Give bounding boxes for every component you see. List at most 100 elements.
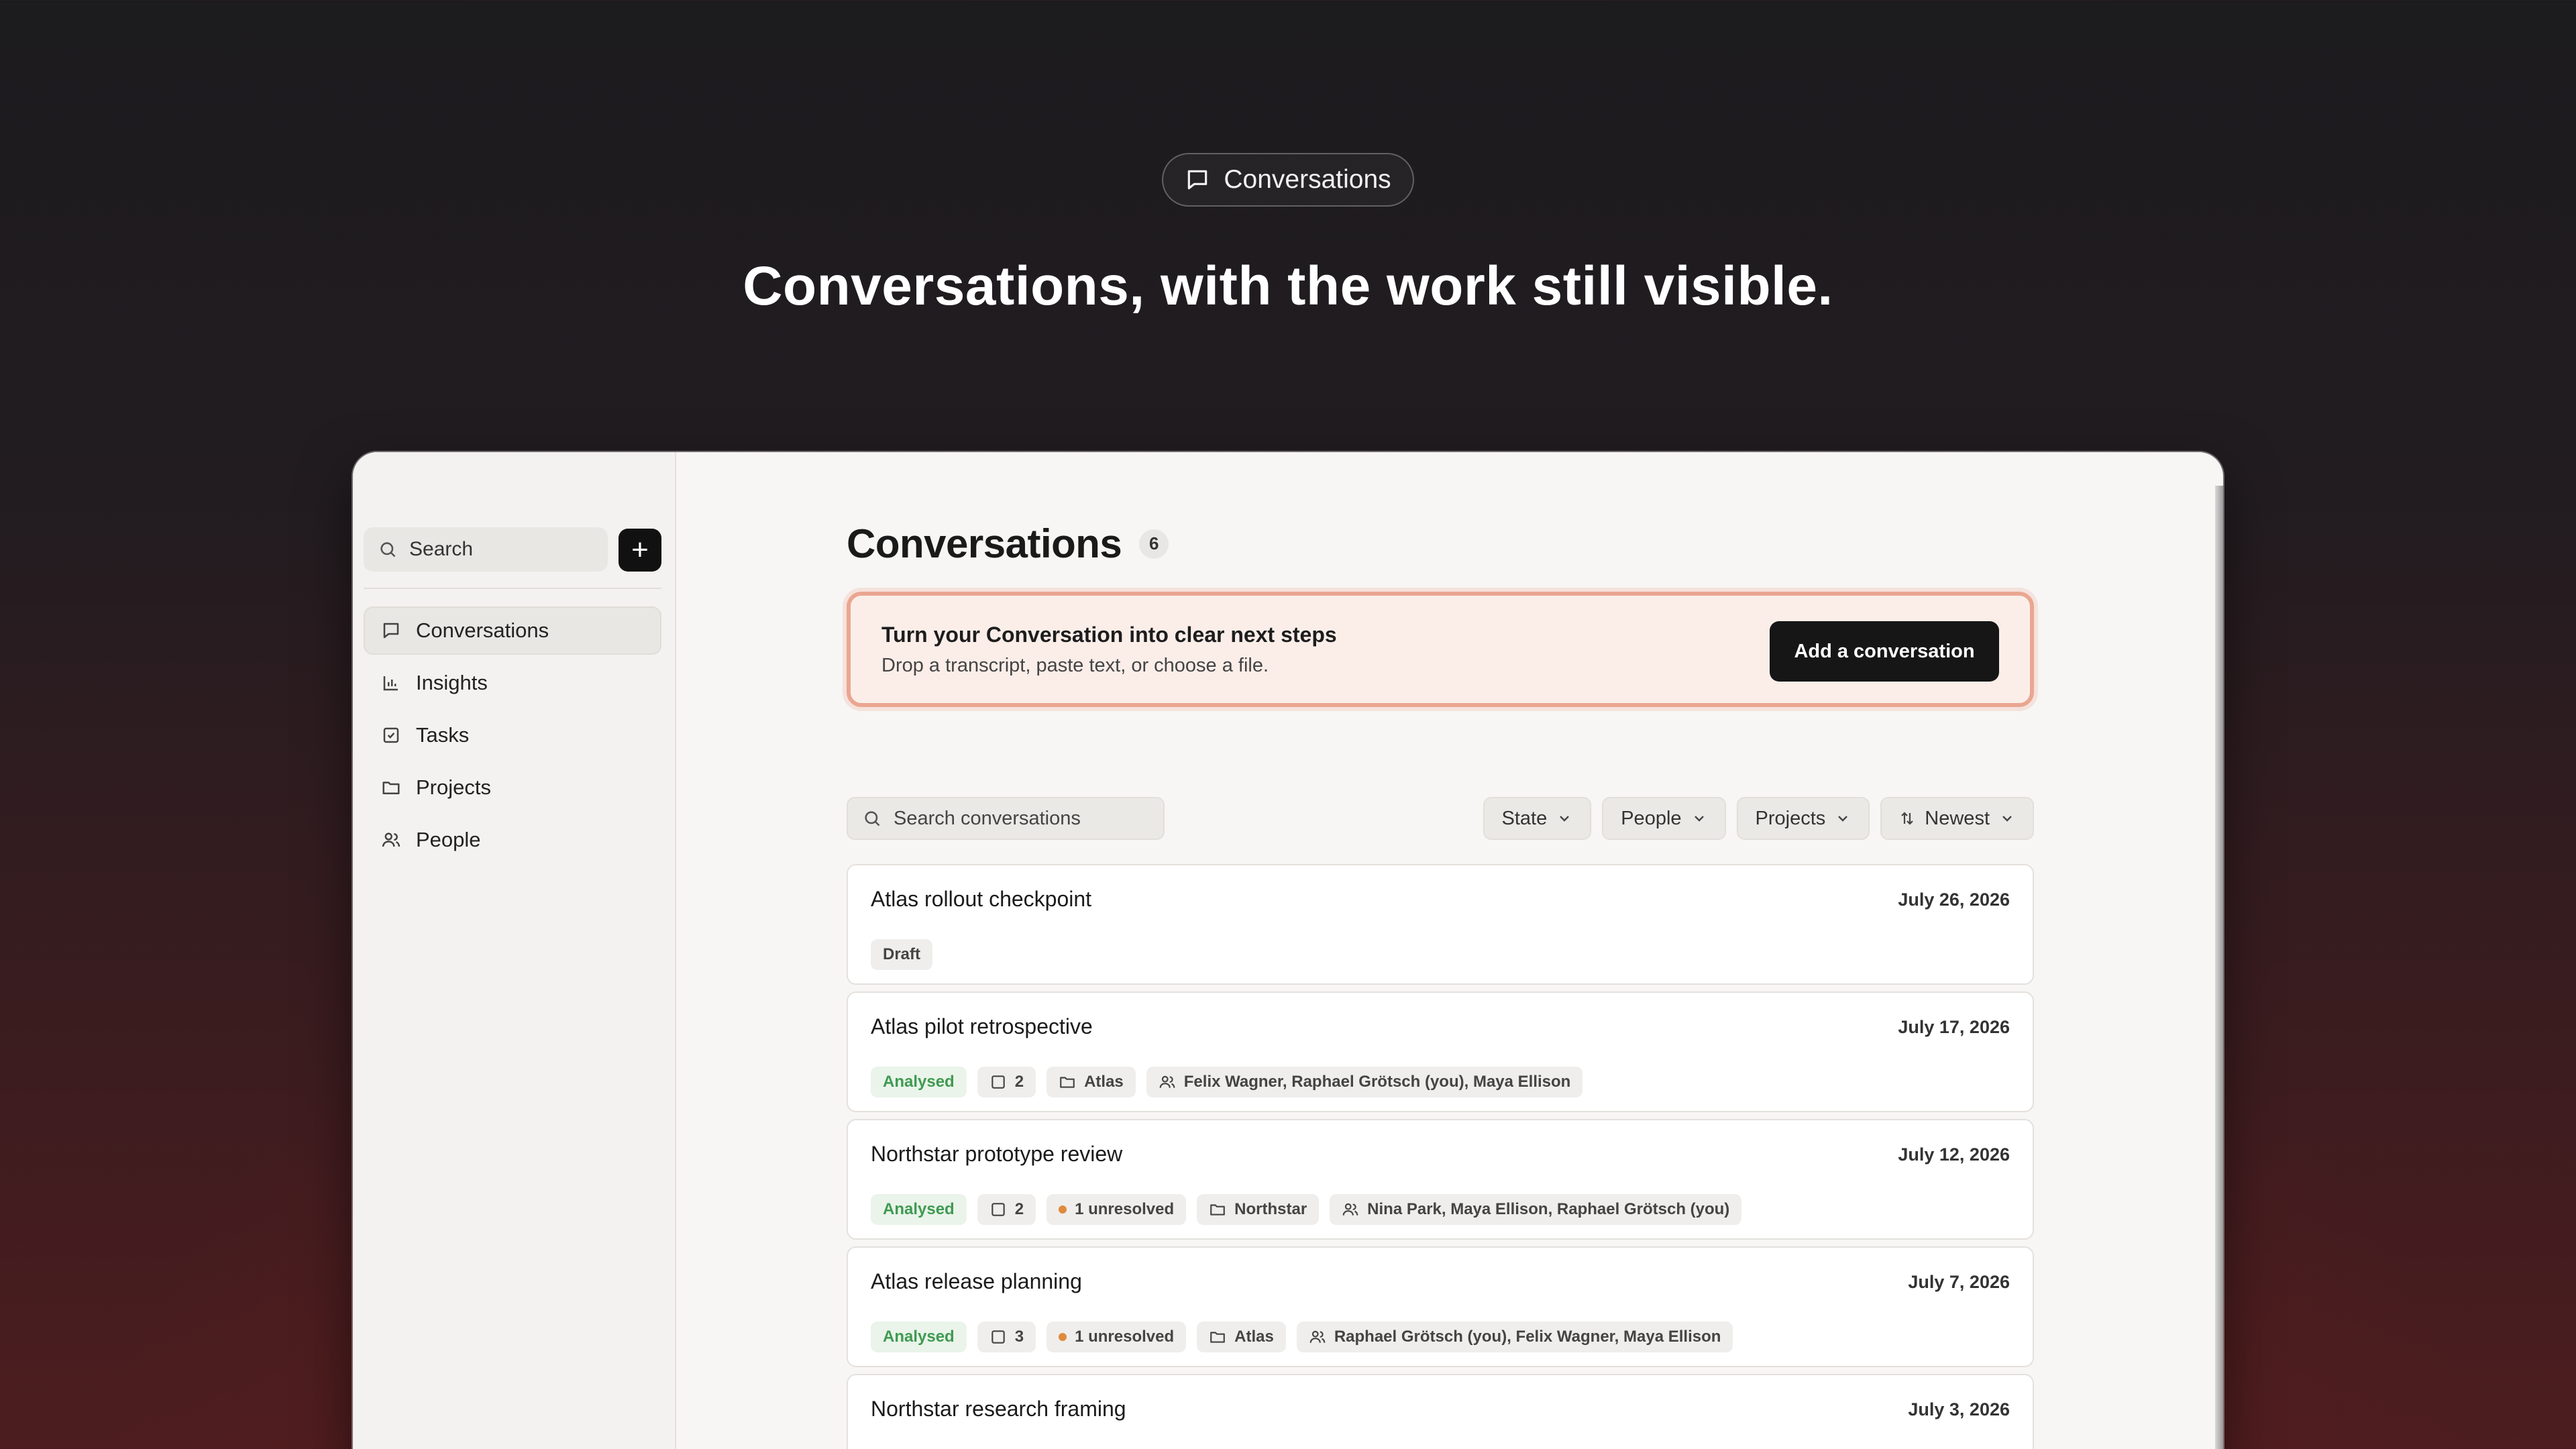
status-badge: Analysed xyxy=(871,1067,967,1097)
projects-filter-label: Projects xyxy=(1755,807,1826,829)
conversation-date: July 26, 2026 xyxy=(1898,890,2010,910)
search-icon xyxy=(865,811,880,826)
task-count: 2 xyxy=(1014,1073,1024,1091)
search-icon xyxy=(380,542,396,557)
unresolved-chip: 1 unresolved xyxy=(1046,1322,1187,1352)
sidebar-item-projects[interactable]: Projects xyxy=(364,763,661,812)
conversation-meta: Analysed 2 1 unresolved Northstar Nina P… xyxy=(871,1194,1742,1225)
people-filter-label: People xyxy=(1621,807,1682,829)
conversation-search-input[interactable]: Search conversations xyxy=(847,797,1165,840)
folder-icon xyxy=(1060,1077,1075,1088)
sidebar-item-insights[interactable]: Insights xyxy=(364,659,661,707)
people-icon xyxy=(382,833,400,847)
page-header: Conversations 6 xyxy=(847,521,1169,567)
conversation-title: Atlas pilot retrospective xyxy=(871,1014,1093,1038)
conversation-row[interactable]: Atlas release planning July 7, 2026 Anal… xyxy=(847,1246,2034,1367)
state-filter-dropdown[interactable]: State xyxy=(1483,797,1592,840)
sidebar-divider xyxy=(364,588,661,589)
conversation-search-placeholder: Search conversations xyxy=(894,807,1081,829)
participants: Felix Wagner, Raphael Grötsch (you), May… xyxy=(1183,1073,1571,1091)
sidebar: Search + Conversations Insights Tasks Pr… xyxy=(353,452,676,1449)
status-badge: Draft xyxy=(871,939,933,970)
unresolved-count: 1 unresolved xyxy=(1075,1328,1175,1346)
sidebar-nav: Conversations Insights Tasks Projects Pe… xyxy=(364,606,661,868)
project-chip: Atlas xyxy=(1197,1322,1286,1352)
people-filter-dropdown[interactable]: People xyxy=(1602,797,1726,840)
checkbox-icon xyxy=(991,1075,1005,1089)
conversation-title: Atlas rollout checkpoint xyxy=(871,887,1092,911)
conversation-count-badge: 6 xyxy=(1139,529,1169,559)
sidebar-item-tasks[interactable]: Tasks xyxy=(364,711,661,759)
projects-filter-dropdown[interactable]: Projects xyxy=(1736,797,1870,840)
task-count: 2 xyxy=(1014,1200,1024,1218)
unresolved-dot-icon xyxy=(1059,1205,1067,1214)
participants: Raphael Grötsch (you), Felix Wagner, May… xyxy=(1334,1328,1721,1346)
status-badge: Analysed xyxy=(871,1194,967,1225)
sidebar-item-people[interactable]: People xyxy=(364,816,661,864)
main-content: Conversations 6 Turn your Conversation i… xyxy=(676,452,2223,1449)
checkbox-icon xyxy=(991,1330,1005,1344)
sidebar-item-label: People xyxy=(416,828,481,851)
people-icon xyxy=(1159,1075,1175,1088)
hero-title: Conversations, with the work still visib… xyxy=(743,256,1833,317)
conversation-title: Northstar research framing xyxy=(871,1397,1126,1421)
chevron-down-icon xyxy=(1560,816,1570,822)
filter-buttons: State People Projects Newest xyxy=(1483,797,2034,840)
folder-icon xyxy=(1210,1332,1225,1343)
conversation-meta: Analysed 2 Atlas Felix Wagner, Raphael G… xyxy=(871,1067,1583,1097)
checkbox-icon xyxy=(991,1203,1005,1216)
checkbox-icon xyxy=(383,727,399,743)
hero-pill-label: Conversations xyxy=(1224,165,1391,194)
filter-bar: Search conversations State People Projec… xyxy=(847,797,2034,840)
sidebar-item-label: Conversations xyxy=(416,619,549,642)
participants-chip: Felix Wagner, Raphael Grötsch (you), May… xyxy=(1146,1067,1583,1097)
chat-icon xyxy=(383,623,399,639)
hero-section-pill: Conversations xyxy=(1162,153,1414,207)
project-name: Northstar xyxy=(1234,1200,1307,1218)
conversation-row[interactable]: Atlas rollout checkpoint July 26, 2026 D… xyxy=(847,864,2034,985)
banner-subtitle: Drop a transcript, paste text, or choose… xyxy=(881,655,1269,676)
chevron-down-icon xyxy=(1838,816,1848,822)
task-count: 3 xyxy=(1014,1328,1024,1346)
chevron-down-icon xyxy=(1694,816,1704,822)
conversation-date: July 17, 2026 xyxy=(1898,1017,2010,1037)
banner-title: Turn your Conversation into clear next s… xyxy=(881,623,1337,647)
conversation-date: July 3, 2026 xyxy=(1908,1399,2010,1419)
sort-label: Newest xyxy=(1925,807,1990,829)
project-chip: Northstar xyxy=(1197,1194,1320,1225)
conversation-meta: Draft xyxy=(871,939,933,970)
page-title: Conversations xyxy=(847,521,1122,566)
participants-chip: Nina Park, Maya Ellison, Raphael Grötsch… xyxy=(1330,1194,1742,1225)
sort-dropdown[interactable]: Newest xyxy=(1880,797,2034,840)
conversation-date: July 12, 2026 xyxy=(1898,1144,2010,1165)
add-conversation-banner[interactable]: Turn your Conversation into clear next s… xyxy=(847,592,2034,707)
conversation-meta: Analysed 3 1 unresolved Atlas Raphael Gr… xyxy=(871,1322,1733,1352)
conversation-date: July 7, 2026 xyxy=(1908,1272,2010,1292)
sidebar-item-conversations[interactable]: Conversations xyxy=(364,606,661,655)
conversation-row[interactable]: Northstar research framing July 3, 2026 xyxy=(847,1374,2034,1449)
conversation-row[interactable]: Northstar prototype review July 12, 2026… xyxy=(847,1119,2034,1240)
sidebar-item-label: Tasks xyxy=(416,723,470,747)
app-window: Search + Conversations Insights Tasks Pr… xyxy=(353,452,2223,1449)
chat-icon xyxy=(1188,170,1208,190)
new-item-button[interactable]: + xyxy=(619,529,661,572)
conversation-title: Northstar prototype review xyxy=(871,1142,1123,1166)
status-badge: Analysed xyxy=(871,1322,967,1352)
project-name: Atlas xyxy=(1084,1073,1124,1091)
conversation-title: Atlas release planning xyxy=(871,1269,1082,1293)
state-filter-label: State xyxy=(1501,807,1548,829)
chevron-down-icon xyxy=(2002,816,2012,822)
project-name: Atlas xyxy=(1234,1328,1274,1346)
unresolved-dot-icon xyxy=(1059,1333,1067,1341)
conversation-row[interactable]: Atlas pilot retrospective July 17, 2026 … xyxy=(847,991,2034,1112)
unresolved-chip: 1 unresolved xyxy=(1046,1194,1187,1225)
add-conversation-button[interactable]: Add a conversation xyxy=(1770,621,1999,682)
sidebar-search-placeholder: Search xyxy=(409,538,474,560)
folder-icon xyxy=(1210,1204,1225,1216)
sidebar-item-label: Insights xyxy=(416,671,488,694)
task-count-chip: 2 xyxy=(977,1067,1036,1097)
bar-chart-icon xyxy=(383,676,398,691)
sidebar-search-input[interactable]: Search xyxy=(364,527,608,572)
project-chip: Atlas xyxy=(1046,1067,1136,1097)
sort-arrows-icon xyxy=(1901,812,1914,825)
